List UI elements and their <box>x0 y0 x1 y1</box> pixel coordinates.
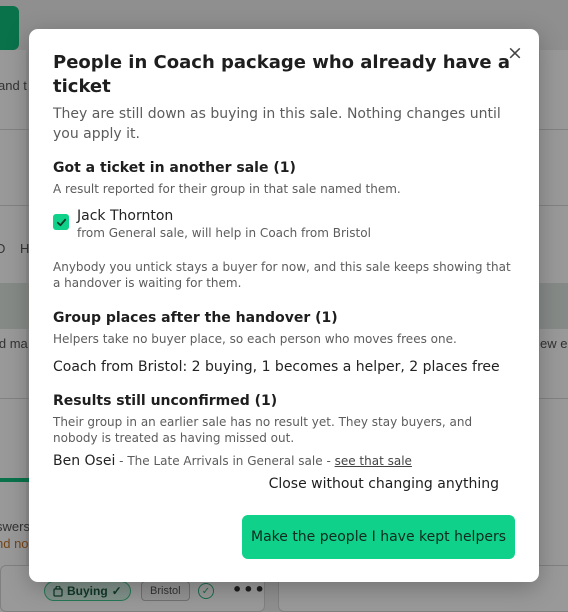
section-unconfirmed: Results still unconfirmed (1) Their grou… <box>53 391 515 470</box>
group-places-line: Coach from Bristol: 2 buying, 1 becomes … <box>53 359 500 375</box>
untick-note: Anybody you untick stays a buyer for now… <box>53 260 511 290</box>
section-heading: Results still unconfirmed (1) <box>53 393 278 409</box>
section-heading: Got a ticket in another sale (1) <box>53 160 296 176</box>
person-detail: from General sale, will help in Coach fr… <box>77 226 371 240</box>
section-subtext: Helpers take no buyer place, so each per… <box>53 332 457 346</box>
ticket-holders-dialog: × People in Coach package who already ha… <box>29 29 539 582</box>
person-checkbox[interactable] <box>53 214 69 230</box>
person-detail: - The Late Arrivals in General sale - <box>115 454 335 468</box>
section-subtext: Their group in an earlier sale has no re… <box>53 415 473 445</box>
check-icon <box>56 218 66 226</box>
section-heading: Group places after the handover (1) <box>53 310 338 326</box>
dialog-title: People in Coach package who already have… <box>53 52 511 97</box>
close-without-changes-button[interactable]: Close without changing anything <box>269 476 499 492</box>
close-icon[interactable]: × <box>505 43 525 63</box>
dialog-intro: They are still down as buying in this sa… <box>53 106 501 142</box>
unconfirmed-person-row: Ben Osei - The Late Arrivals in General … <box>53 452 515 470</box>
person-name: Ben Osei <box>53 453 116 469</box>
see-sale-link[interactable]: see that sale <box>335 454 412 468</box>
make-helpers-button[interactable]: Make the people I have kept helpers <box>242 515 515 559</box>
section-group-places: Group places after the handover (1) Help… <box>53 308 515 377</box>
section-other-sale: Got a ticket in another sale (1) A resul… <box>53 158 515 291</box>
section-subtext: A result reported for their group in tha… <box>53 182 401 196</box>
person-info: Jack Thornton from General sale, will he… <box>77 207 371 241</box>
person-row: Jack Thornton from General sale, will he… <box>53 207 515 241</box>
person-name: Jack Thornton <box>77 208 174 224</box>
